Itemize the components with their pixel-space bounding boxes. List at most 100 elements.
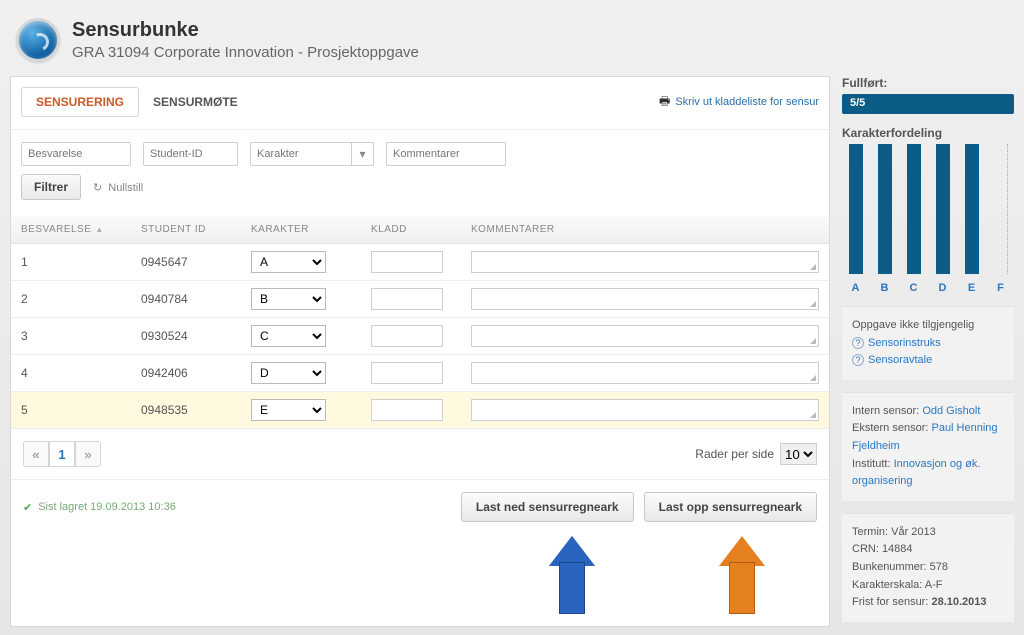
- dist-bar: [907, 144, 921, 274]
- table-row: 30930524 C: [11, 318, 829, 355]
- cell-student-id: 0948535: [131, 392, 241, 429]
- draft-input[interactable]: [371, 325, 443, 347]
- completed-progress: 5/5: [842, 94, 1014, 114]
- dist-label: E: [968, 282, 975, 294]
- grade-distribution-label: Karakterfordeling: [842, 126, 1014, 140]
- cell-besvarelse: 4: [11, 355, 131, 392]
- dist-bar: [965, 144, 979, 274]
- draft-input[interactable]: [371, 288, 443, 310]
- rows-per-page-label: Rader per side: [695, 447, 774, 461]
- completed-label: Fullført:: [842, 76, 1014, 90]
- page-title: Sensurbunke: [72, 19, 419, 42]
- col-kommentarer[interactable]: KOMMENTARER: [461, 216, 829, 244]
- comment-input[interactable]: [471, 362, 819, 384]
- comment-input[interactable]: [471, 288, 819, 310]
- dist-col-F: F: [989, 144, 1012, 294]
- download-spreadsheet-button[interactable]: Last ned sensurregneark: [461, 492, 634, 522]
- draft-input[interactable]: [371, 362, 443, 384]
- sidebar-links-box: Oppgave ikke tilgjengelig ? Sensorinstruk…: [842, 306, 1014, 380]
- dist-col-B: B: [873, 144, 896, 294]
- dist-col-C: C: [902, 144, 925, 294]
- cell-besvarelse: 1: [11, 244, 131, 281]
- reset-filter-label: Nullstill: [108, 182, 143, 194]
- filter-kommentarer-input[interactable]: [386, 142, 506, 166]
- dist-bar: [849, 144, 863, 274]
- sensorinstruks-link[interactable]: Sensorinstruks: [868, 337, 941, 349]
- cell-besvarelse: 2: [11, 281, 131, 318]
- arrow-download-icon: [559, 536, 585, 614]
- cell-student-id: 0940784: [131, 281, 241, 318]
- karakterskala-label: Karakterskala: A-F: [852, 577, 1004, 595]
- cell-besvarelse: 5: [11, 392, 131, 429]
- dist-col-E: E: [960, 144, 983, 294]
- tab-sensurering[interactable]: SENSURERING: [21, 87, 139, 117]
- cell-student-id: 0942406: [131, 355, 241, 392]
- filter-karakter-input[interactable]: [251, 143, 351, 165]
- grade-select[interactable]: C: [251, 325, 326, 347]
- main-panel: SENSURERING SENSURMØTE 🖶 Skriv ut kladde…: [10, 76, 830, 627]
- dist-label: B: [881, 282, 889, 294]
- dist-bar: [936, 144, 950, 274]
- table-row: 40942406 D: [11, 355, 829, 392]
- comment-input[interactable]: [471, 325, 819, 347]
- grades-table: BESVARELSE▲ STUDENT ID KARAKTER KLADD KO…: [11, 216, 829, 429]
- page-subtitle: GRA 31094 Corporate Innovation - Prosjek…: [72, 44, 419, 61]
- grade-select[interactable]: B: [251, 288, 326, 310]
- bunkenummer-label: Bunkenummer: 578: [852, 559, 1004, 577]
- pagination: « 1 »: [23, 441, 101, 467]
- col-besvarelse[interactable]: BESVARELSE▲: [11, 216, 131, 244]
- grade-select[interactable]: D: [251, 362, 326, 384]
- dist-label: A: [852, 282, 860, 294]
- sidebar: Fullført: 5/5 Karakterfordeling A B C D E F O…: [842, 76, 1014, 627]
- reset-filter-link[interactable]: ↻ Nullstill: [93, 181, 143, 194]
- table-row: 10945647 A: [11, 244, 829, 281]
- last-saved-status: ✔ Sist lagret 19.09.2013 10:36: [23, 501, 176, 514]
- grade-distribution-chart: A B C D E F: [842, 144, 1014, 294]
- print-draft-link[interactable]: 🖶 Skriv ut kladdeliste for sensur: [659, 92, 819, 113]
- draft-input[interactable]: [371, 251, 443, 273]
- sidebar-sensor-box: Intern sensor: Odd Gisholt Ekstern senso…: [842, 392, 1014, 501]
- sensoravtale-link[interactable]: Sensoravtale: [868, 354, 932, 366]
- frist-label: Frist for sensur: 28.10.2013: [852, 594, 1004, 612]
- filter-button[interactable]: Filtrer: [21, 174, 81, 200]
- grade-select[interactable]: E: [251, 399, 326, 421]
- cell-student-id: 0945647: [131, 244, 241, 281]
- filter-karakter-select[interactable]: ▾: [250, 142, 374, 166]
- comment-input[interactable]: [471, 251, 819, 273]
- tab-sensurmote[interactable]: SENSURMØTE: [139, 88, 252, 116]
- col-kladd[interactable]: KLADD: [361, 216, 461, 244]
- upload-spreadsheet-button[interactable]: Last opp sensurregneark: [644, 492, 817, 522]
- pager-page-1[interactable]: 1: [49, 441, 75, 467]
- comment-input[interactable]: [471, 399, 819, 421]
- help-icon: ?: [852, 337, 864, 349]
- task-unavailable-label: Oppgave ikke tilgjengelig: [852, 317, 1004, 335]
- help-icon: ?: [852, 354, 864, 366]
- chevron-down-icon[interactable]: ▾: [351, 143, 373, 165]
- dist-col-A: A: [844, 144, 867, 294]
- sidebar-meta-box: Termin: Vår 2013 CRN: 14884 Bunkenummer:…: [842, 513, 1014, 622]
- filter-studentid-input[interactable]: [143, 142, 238, 166]
- pager-prev[interactable]: «: [23, 441, 49, 467]
- app-logo: [16, 18, 60, 62]
- print-icon: 🖶: [659, 92, 670, 113]
- filter-besvarelse-input[interactable]: [21, 142, 131, 166]
- intern-sensor-link[interactable]: Odd Gisholt: [922, 405, 980, 417]
- col-student-id[interactable]: STUDENT ID: [131, 216, 241, 244]
- pager-next[interactable]: »: [75, 441, 101, 467]
- arrow-upload-icon: [729, 536, 755, 614]
- dist-bar: [994, 144, 1008, 274]
- col-karakter[interactable]: KARAKTER: [241, 216, 361, 244]
- dist-col-D: D: [931, 144, 954, 294]
- crn-label: CRN: 14884: [852, 541, 1004, 559]
- draft-input[interactable]: [371, 399, 443, 421]
- cell-besvarelse: 3: [11, 318, 131, 355]
- dist-label: C: [910, 282, 918, 294]
- cell-student-id: 0930524: [131, 318, 241, 355]
- check-icon: ✔: [23, 501, 32, 514]
- rows-per-page-select[interactable]: 10: [780, 443, 817, 465]
- grade-select[interactable]: A: [251, 251, 326, 273]
- table-row: 20940784 B: [11, 281, 829, 318]
- table-row: 50948535 E: [11, 392, 829, 429]
- sort-asc-icon: ▲: [95, 225, 103, 234]
- print-draft-label: Skriv ut kladdeliste for sensur: [675, 96, 819, 108]
